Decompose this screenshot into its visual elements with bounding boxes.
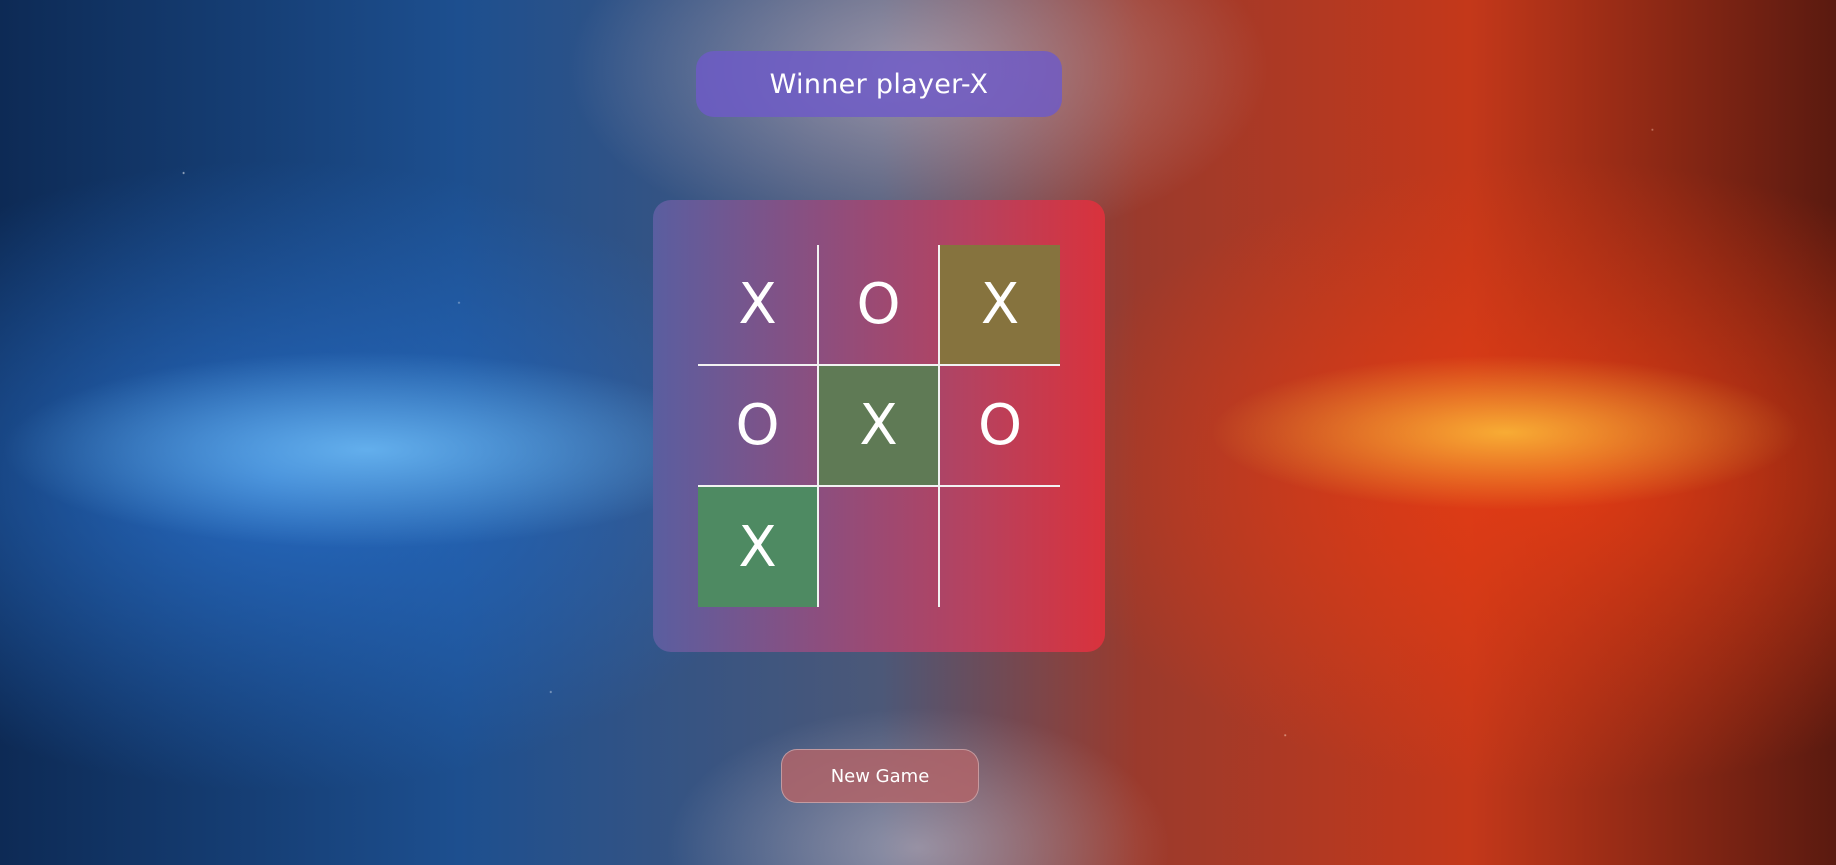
board-cell-5[interactable]: X — [819, 366, 938, 485]
board-cell-9[interactable] — [940, 487, 1060, 607]
game-status-banner: Winner player-X — [696, 51, 1062, 117]
board-cell-6[interactable]: O — [940, 366, 1060, 485]
new-game-button[interactable]: New Game — [781, 749, 979, 803]
game-board-card: X O X O X O X — [653, 200, 1105, 652]
tic-tac-toe-grid: X O X O X O X — [698, 245, 1060, 607]
new-game-label: New Game — [830, 765, 930, 787]
board-cell-8[interactable] — [819, 487, 938, 607]
board-cell-2[interactable]: O — [819, 245, 938, 364]
game-status-text: Winner player-X — [769, 68, 989, 100]
board-cell-3[interactable]: X — [940, 245, 1060, 364]
board-cell-7[interactable]: X — [698, 487, 817, 607]
board-cell-1[interactable]: X — [698, 245, 817, 364]
board-cell-4[interactable]: O — [698, 366, 817, 485]
